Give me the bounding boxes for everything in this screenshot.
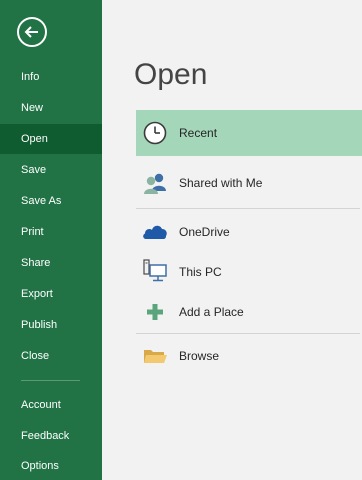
location-browse[interactable]: Browse [136, 338, 362, 374]
plus-icon [142, 299, 168, 325]
location-label: This PC [179, 265, 222, 279]
computer-icon [142, 258, 168, 284]
nav-item-open[interactable]: Open [0, 124, 102, 154]
location-label: Browse [179, 349, 220, 363]
nav-item-save-as[interactable]: Save As [0, 186, 102, 216]
nav-item-feedback[interactable]: Feedback [0, 421, 102, 451]
location-add-a-place[interactable]: Add a Place [136, 294, 362, 330]
nav-item-new[interactable]: New [0, 93, 102, 123]
location-label: Add a Place [179, 305, 244, 319]
people-icon [142, 170, 168, 196]
location-shared-with-me[interactable]: Shared with Me [136, 162, 362, 204]
cloud-icon [142, 219, 168, 245]
nav-item-save[interactable]: Save [0, 155, 102, 185]
section-divider [136, 333, 360, 334]
location-this-pc[interactable]: This PC [136, 254, 362, 290]
location-recent[interactable]: Recent [136, 110, 362, 156]
nav-item-close[interactable]: Close [0, 341, 102, 371]
location-onedrive[interactable]: OneDrive [136, 214, 362, 250]
nav-item-publish[interactable]: Publish [0, 310, 102, 340]
location-label: Shared with Me [179, 176, 263, 190]
nav-item-account[interactable]: Account [0, 390, 102, 420]
nav-item-print[interactable]: Print [0, 217, 102, 247]
nav-item-export[interactable]: Export [0, 279, 102, 309]
location-label: OneDrive [179, 225, 230, 239]
open-panel: Open Recent Shared with Me OneDrive This… [102, 0, 362, 480]
nav-item-options[interactable]: Options [0, 451, 102, 480]
clock-icon [142, 120, 168, 146]
page-title: Open [134, 58, 208, 91]
backstage-sidebar: Info New Open Save Save As Print Share E… [0, 0, 102, 480]
nav-item-share[interactable]: Share [0, 248, 102, 278]
nav-item-info[interactable]: Info [0, 62, 102, 92]
nav-divider [21, 380, 80, 381]
section-divider [136, 208, 360, 209]
folder-icon [142, 343, 168, 369]
back-button[interactable] [17, 17, 47, 47]
location-label: Recent [179, 126, 218, 140]
